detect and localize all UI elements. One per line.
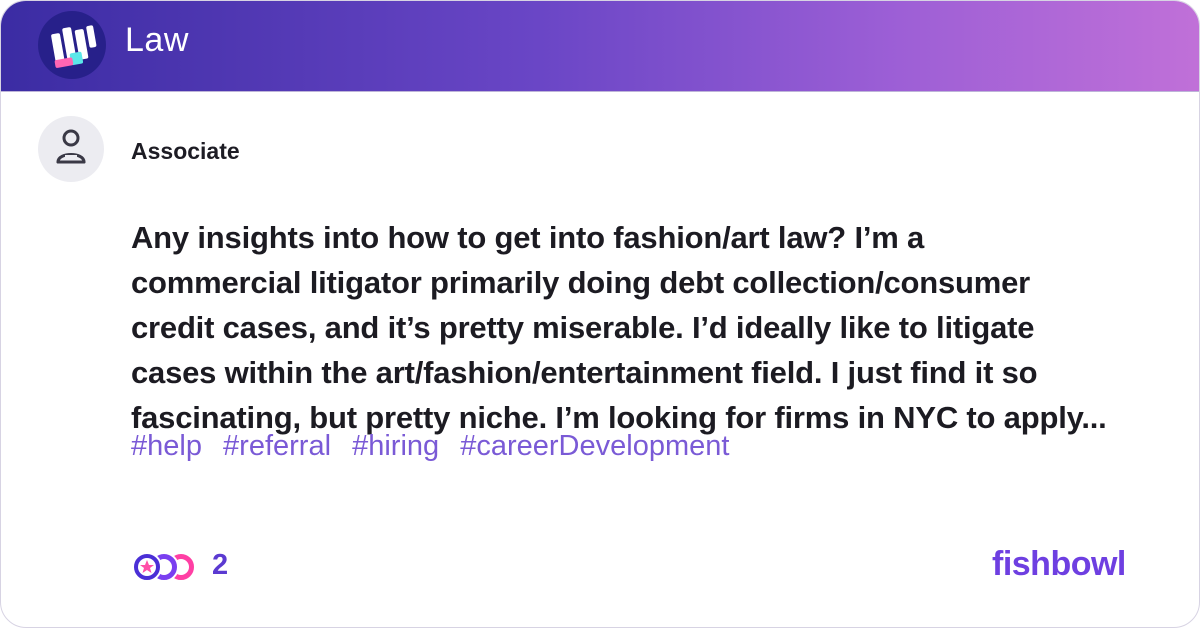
bowl-header: Law [1,1,1199,92]
anonymous-user-icon[interactable] [38,116,104,182]
tag-help[interactable]: #help [131,430,202,462]
post-line: cases within the art/fashion/entertainme… [131,355,1038,390]
fishbowl-brand-logo[interactable]: fishbowl [992,545,1126,584]
tag-referral[interactable]: #referral [223,430,331,462]
bowl-title[interactable]: Law [125,21,189,60]
star-reaction-icon [132,552,162,582]
post-card: Law Associate Any insights into how to g… [0,0,1200,628]
tag-career-development[interactable]: #careerDevelopment [460,430,729,462]
post-line: Any insights into how to get into fashio… [131,220,925,255]
post-line: credit cases, and it’s pretty miserable.… [131,310,1035,345]
reaction-count[interactable]: 2 [212,549,228,582]
post-line: commercial litigator primarily doing deb… [131,265,1031,300]
tag-hiring[interactable]: #hiring [352,430,439,462]
law-bowl-logo-icon [38,11,106,79]
post-body[interactable]: Any insights into how to get into fashio… [131,215,1171,440]
tag-list: #help #referral #hiring #careerDevelopme… [131,430,742,463]
author-name[interactable]: Associate [131,138,240,165]
reaction-icons[interactable] [131,550,201,584]
